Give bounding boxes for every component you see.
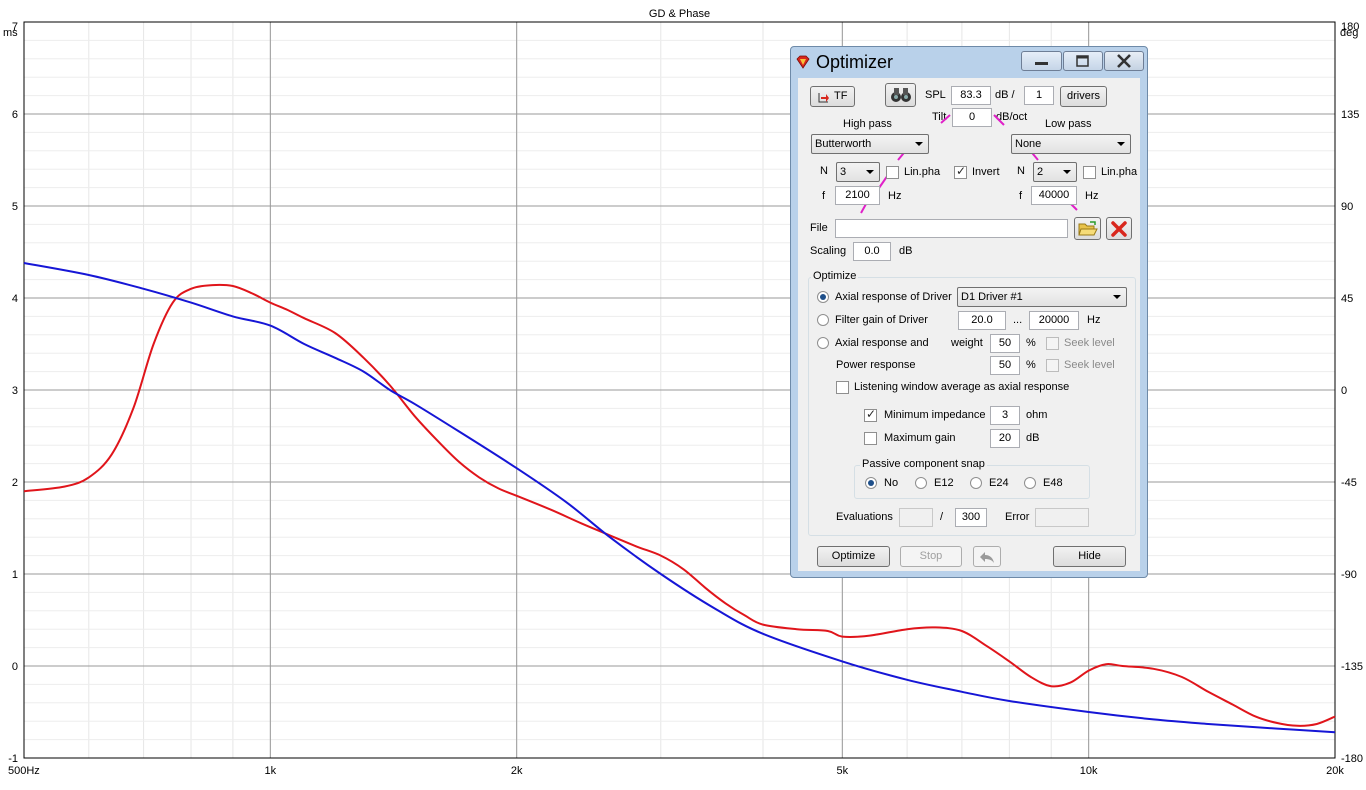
error-value xyxy=(1035,508,1089,527)
checkmark-icon: ✓ xyxy=(866,407,877,421)
y-tick-label-right: 90 xyxy=(1341,201,1353,213)
y-tick-label-left: 3 xyxy=(12,385,18,397)
close-button[interactable] xyxy=(1104,51,1144,71)
folder-open-icon xyxy=(1078,221,1098,236)
driver-select[interactable]: D1 Driver #1 xyxy=(957,287,1127,307)
lowpass-linpha-checkbox[interactable] xyxy=(1083,166,1096,179)
lowpass-freq-input[interactable]: 40000 xyxy=(1031,186,1077,205)
seek-level-power-checkbox[interactable] xyxy=(1046,359,1059,372)
y-tick-label-right: 0 xyxy=(1341,385,1347,397)
y-tick-label-left: -1 xyxy=(8,753,18,765)
y-tick-label-right: -45 xyxy=(1341,477,1357,489)
optimize-button[interactable]: Optimize xyxy=(817,546,890,567)
min-impedance-input[interactable]: 3 xyxy=(990,406,1020,425)
highpass-freq-input[interactable]: 2100 xyxy=(835,186,880,205)
y-tick-label-left: 6 xyxy=(12,109,18,121)
minimize-button[interactable] xyxy=(1021,51,1062,71)
radio-axial-driver[interactable] xyxy=(817,291,829,303)
range-low-input[interactable]: 20.0 xyxy=(958,311,1006,330)
radio-filter-gain[interactable] xyxy=(817,314,829,326)
y-tick-label-left: 0 xyxy=(12,661,18,673)
highpass-type-select[interactable]: Butterworth xyxy=(811,134,929,154)
y-tick-label-right: -90 xyxy=(1341,569,1357,581)
y-tick-label-right: -180 xyxy=(1341,753,1363,765)
x-tick-label: 500Hz xyxy=(8,765,40,777)
window-title: Optimizer xyxy=(816,52,894,72)
undo-arrow-icon xyxy=(980,552,994,563)
checkmark-icon: ✓ xyxy=(956,164,967,178)
red-x-icon xyxy=(1111,221,1127,237)
y-tick-label-right: 135 xyxy=(1341,109,1359,121)
app-logo-icon xyxy=(796,55,810,69)
stop-button[interactable]: Stop xyxy=(900,546,962,567)
max-gain-input[interactable]: 20 xyxy=(990,429,1020,448)
clear-file-button[interactable] xyxy=(1106,217,1132,240)
optimizer-titlebar[interactable]: Optimizer xyxy=(791,47,1147,77)
x-tick-label: 1k xyxy=(265,765,277,777)
optimizer-window: Optimizer TF SPL 83.3 dB / 1 drivers Til… xyxy=(790,46,1148,578)
seek-level-axial-checkbox[interactable] xyxy=(1046,337,1059,350)
y-tick-label-left: 1 xyxy=(12,569,18,581)
x-tick-label: 2k xyxy=(511,765,523,777)
chart-title: GD & Phase xyxy=(649,8,710,20)
maximize-button[interactable] xyxy=(1063,51,1103,71)
radio-snap-e48[interactable] xyxy=(1024,477,1036,489)
maximize-icon xyxy=(1076,55,1089,67)
range-high-input[interactable]: 20000 xyxy=(1029,311,1079,330)
radio-snap-e24[interactable] xyxy=(970,477,982,489)
evaluations-count xyxy=(899,508,933,527)
highpass-order-select[interactable]: 3 xyxy=(836,162,880,182)
y-tick-label-left: 2 xyxy=(12,477,18,489)
y-tick-label-left: 5 xyxy=(12,201,18,213)
y-tick-label-right: 180 xyxy=(1341,21,1359,33)
lowpass-order-select[interactable]: 2 xyxy=(1033,162,1077,182)
chart-axes: GD & Phasems deg-101234567-180-135-90-450… xyxy=(3,8,1363,777)
file-path-input[interactable] xyxy=(835,219,1068,238)
listening-window-checkbox[interactable] xyxy=(836,381,849,394)
chevron-down-icon xyxy=(866,170,874,174)
evaluations-max-input[interactable]: 300 xyxy=(955,508,987,527)
chevron-down-icon xyxy=(1063,170,1071,174)
gd-phase-chart: GD & Phasems deg-101234567-180-135-90-450… xyxy=(3,8,1363,777)
highpass-linpha-checkbox[interactable] xyxy=(886,166,899,179)
chevron-down-icon xyxy=(915,142,923,146)
radio-snap-e12[interactable] xyxy=(915,477,927,489)
weight-axial-input[interactable]: 50 xyxy=(990,334,1020,353)
undo-button[interactable] xyxy=(973,546,1001,567)
y-tick-label-right: 45 xyxy=(1341,293,1353,305)
x-tick-label: 10k xyxy=(1080,765,1098,777)
hide-button[interactable]: Hide xyxy=(1053,546,1126,567)
invert-checkbox[interactable]: ✓ xyxy=(954,164,967,179)
x-tick-label: 20k xyxy=(1326,765,1344,777)
open-file-button[interactable] xyxy=(1074,217,1101,240)
minimize-icon xyxy=(1035,62,1048,65)
radio-axial-power[interactable] xyxy=(817,337,829,349)
lowpass-type-select[interactable]: None xyxy=(1011,134,1131,154)
chevron-down-icon xyxy=(1113,295,1121,299)
close-icon xyxy=(1117,54,1131,68)
scaling-input[interactable]: 0.0 xyxy=(853,242,891,261)
min-impedance-checkbox[interactable]: ✓ xyxy=(864,407,877,422)
radio-snap-no[interactable] xyxy=(865,477,877,489)
y-tick-label-right: -135 xyxy=(1341,661,1363,673)
chevron-down-icon xyxy=(1117,142,1125,146)
max-gain-checkbox[interactable] xyxy=(864,432,877,445)
x-tick-label: 5k xyxy=(837,765,849,777)
y-tick-label-left: 4 xyxy=(12,293,18,305)
y-tick-label-left: 7 xyxy=(12,21,18,33)
weight-power-input[interactable]: 50 xyxy=(990,356,1020,375)
optimizer-client: TF SPL 83.3 dB / 1 drivers Tilt 0 dB/oct… xyxy=(798,78,1140,571)
